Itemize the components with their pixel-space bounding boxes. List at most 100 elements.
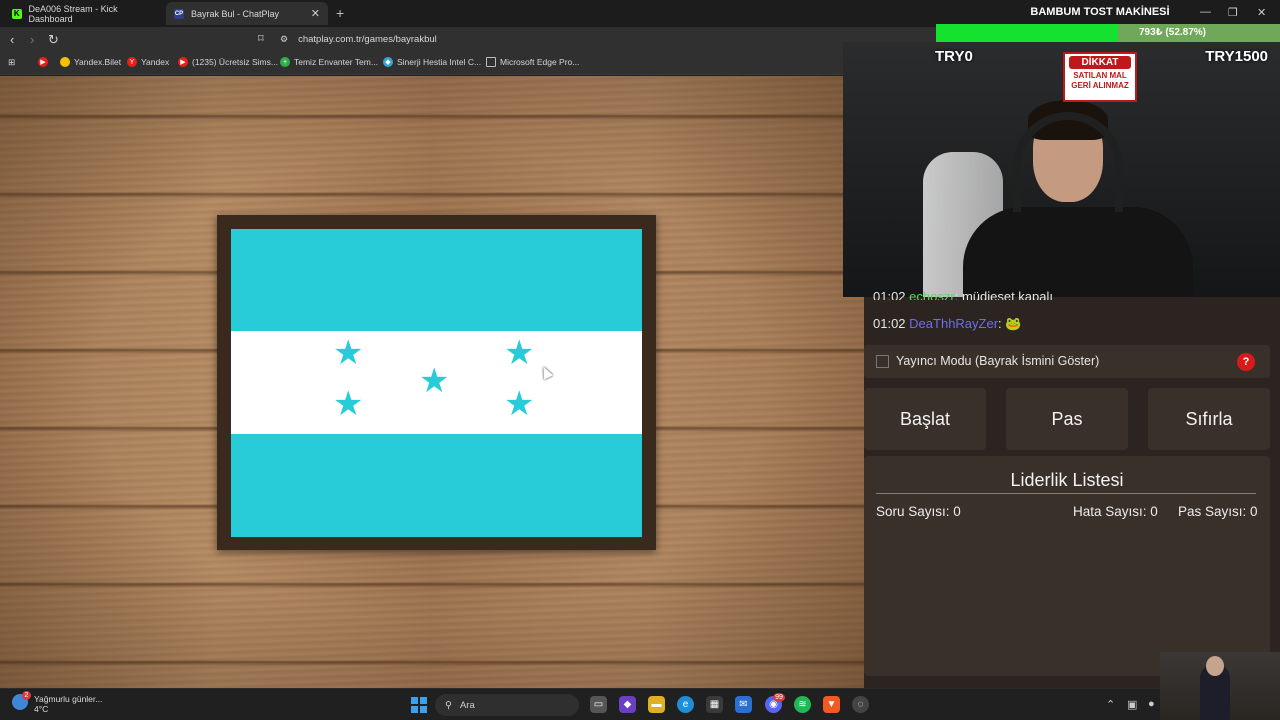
warning-sign-line1: SATILAN MAL (1073, 71, 1127, 80)
chat-time: 01:02 (873, 316, 906, 331)
warning-sign-line2: GERİ ALINMAZ (1071, 81, 1129, 90)
file-explorer-icon[interactable]: ▬ (648, 696, 665, 713)
url-text: chatplay.com.tr/games/bayrakbul (298, 34, 437, 45)
minimize-icon[interactable]: — (1200, 6, 1211, 18)
tab-chatplay[interactable]: CP Bayrak Bul - ChatPlay ✕ (166, 2, 328, 25)
divider (876, 493, 1256, 494)
warning-sign: DİKKAT SATILAN MAL GERİ ALINMAZ (1063, 52, 1137, 102)
help-icon[interactable]: ? (1237, 353, 1255, 371)
mail-icon[interactable]: ✉ (735, 696, 752, 713)
bookmark-label: Sinerji Hestia Intel C... (397, 57, 482, 67)
bookmark-yandex[interactable]: Y Yandex (127, 57, 169, 67)
search-icon: ⚲ (445, 699, 452, 711)
warning-sign-head: DİKKAT (1069, 56, 1131, 69)
streamer-mode-row: Yayıncı Modu (Bayrak İsmini Göster) ? (864, 345, 1270, 378)
site-info-icon[interactable]: ⚙ (280, 34, 288, 45)
flag-star: ★ (504, 385, 535, 423)
reload-icon[interactable]: ↻ (48, 32, 59, 48)
discord-icon[interactable]: ◉ 99 (765, 693, 785, 713)
flag-star: ★ (333, 385, 364, 423)
chat-emote: 🐸 (1005, 316, 1022, 331)
headset (1013, 112, 1123, 212)
youtube-icon: ▶ (178, 57, 188, 67)
chat-time: 01:02 (873, 289, 906, 300)
diamond-icon: ◆ (383, 57, 393, 67)
notification-badge: 99 (773, 693, 785, 702)
flag-star: ★ (419, 362, 450, 400)
bookmark-envanter[interactable]: + Temiz Envanter Tem... (280, 57, 378, 67)
back-icon[interactable]: ‹ (10, 32, 14, 47)
edge-icon[interactable]: e (677, 696, 694, 713)
goal-target-amount: TRY1500 (1205, 48, 1268, 65)
bookmark-youtube[interactable]: ▶ (38, 57, 48, 67)
maximize-icon[interactable]: ❐ (1228, 6, 1238, 19)
chat-username[interactable]: echoszr (909, 289, 955, 300)
bookmark-label: (1235) Ücretsiz Sims... (192, 57, 278, 67)
bookmark-edge[interactable]: Microsoft Edge Pro... (486, 57, 579, 67)
forward-icon[interactable]: › (30, 32, 34, 47)
app-icon[interactable]: ◆ (619, 696, 636, 713)
chat-username[interactable]: DeaThhRayZer (909, 316, 998, 331)
tray-app-icon[interactable]: ● (1148, 698, 1155, 710)
youtube-icon: ▶ (38, 57, 48, 67)
pass-button[interactable]: Pas (1006, 388, 1128, 450)
chat-message: 01:02 DeaThhRayZer: 🐸 (873, 316, 1022, 331)
chatplay-icon: CP (174, 8, 184, 19)
bookmark-label: Yandex (141, 57, 170, 67)
taskbar-search[interactable]: ⚲ Ara (435, 694, 579, 716)
brave-icon[interactable]: ▼ (823, 696, 840, 713)
close-window-icon[interactable]: ✕ (1257, 6, 1266, 19)
streamer-mode-label[interactable]: Yayıncı Modu (Bayrak İsmini Göster) (896, 354, 1099, 368)
kick-icon: K (12, 8, 22, 19)
url-field[interactable]: ⚙ chatplay.com.tr/games/bayrakbul (280, 30, 840, 49)
goal-progress-bar: 793₺ (52.87%) (936, 24, 1280, 42)
chat-message-partial: 01:02 echoszr: müdieset kapalı (873, 289, 1053, 300)
goal-start-amount: TRY0 (935, 48, 973, 65)
yandex-bilet-icon (60, 57, 70, 67)
goal-progress-text: 793₺ (52.87%) (1139, 27, 1206, 38)
bookmark-label: Yandex.Bilet (74, 57, 122, 67)
leaderboard-title: Liderlik Listesi (1010, 470, 1124, 490)
spotify-icon[interactable]: ≋ (794, 696, 811, 713)
error-count: Hata Sayısı: 0 (1073, 504, 1158, 519)
tab-kick-dashboard[interactable]: K DeA006 Stream - Kick Dashboard (4, 2, 166, 25)
goal-product-title: BAMBUM TOST MAKİNESİ (1030, 6, 1170, 18)
chat-message-text: müdieset kapalı (961, 289, 1053, 300)
windows-taskbar: 2 Yağmurlu günler... 4°C ⚲ Ara ▭ ◆ ▬ e ▦… (0, 688, 1280, 720)
search-label: Ara (459, 699, 475, 711)
new-tab-button[interactable]: + (336, 5, 344, 21)
plus-icon: + (280, 57, 290, 67)
flag-star: ★ (504, 334, 535, 372)
weather-temp: 4°C (34, 704, 49, 714)
tab-label: DeA006 Stream - Kick Dashboard (28, 3, 118, 24)
flag-image: ★ ★ ★ ★ ★ (231, 229, 642, 537)
apps-grid-icon[interactable]: ⊞ (8, 57, 15, 68)
tray-app-icon[interactable]: ▣ (1127, 698, 1137, 711)
weather-widget[interactable]: 2 Yağmurlu günler... 4°C (12, 691, 103, 714)
task-view-icon[interactable]: ▭ (590, 696, 607, 713)
streamer-body (963, 207, 1193, 297)
app-icon[interactable]: ◌ (852, 696, 869, 713)
windows-start-icon[interactable] (411, 697, 427, 713)
close-tab-icon[interactable]: ✕ (311, 7, 320, 20)
bookmark-icon[interactable]: ⌑ (258, 32, 264, 45)
bookmark-label: Temiz Envanter Tem... (294, 57, 378, 67)
yandex-icon: Y (127, 57, 137, 67)
store-icon[interactable]: ▦ (706, 696, 723, 713)
tab-label: Bayrak Bul - ChatPlay (191, 8, 280, 19)
bookmark-yandex-bilet[interactable]: Yandex.Bilet (60, 57, 121, 67)
bookmark-label: Microsoft Edge Pro... (500, 57, 580, 67)
pass-count: Pas Sayısı: 0 (1178, 504, 1258, 519)
webcam-feed (843, 42, 1280, 297)
streamer-mode-checkbox[interactable] (876, 355, 889, 368)
notification-badge: 2 (22, 691, 31, 700)
question-count: Soru Sayısı: 0 (876, 504, 961, 519)
folder-icon (486, 57, 496, 67)
weather-text: Yağmurlu günler... (34, 694, 103, 704)
reset-button[interactable]: Sıfırla (1148, 388, 1270, 450)
tray-chevron-icon[interactable]: ⌃ (1106, 698, 1115, 711)
start-button[interactable]: Başlat (864, 388, 986, 450)
bookmark-sinerji[interactable]: ◆ Sinerji Hestia Intel C... (383, 57, 481, 67)
person-head (1206, 656, 1224, 676)
bookmark-sims[interactable]: ▶ (1235) Ücretsiz Sims... (178, 57, 278, 67)
